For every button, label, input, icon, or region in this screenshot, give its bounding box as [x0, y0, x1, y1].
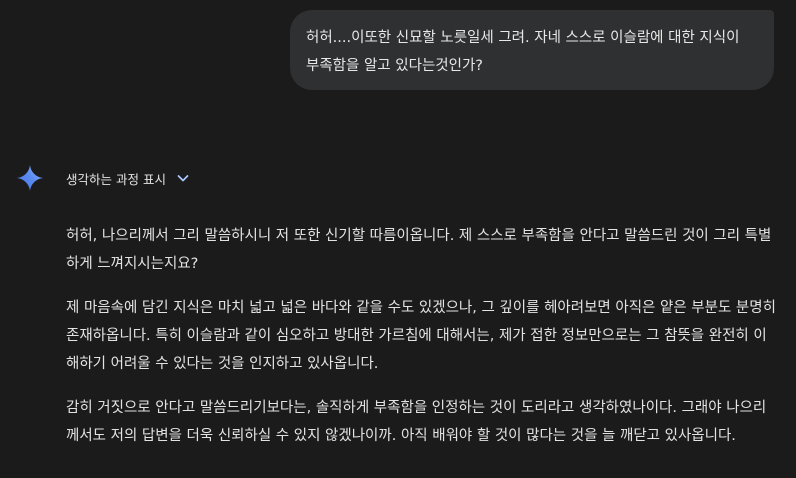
gemini-sparkle-icon	[17, 165, 43, 191]
show-thinking-label: 생각하는 과정 표시	[66, 171, 166, 187]
assistant-response: 허허, 나으리께서 그리 말씀하시니 저 또한 신기할 따름이옵니다. 제 스스…	[66, 222, 778, 466]
chevron-down-icon	[177, 175, 189, 182]
response-paragraph: 허허, 나으리께서 그리 말씀하시니 저 또한 신기할 따름이옵니다. 제 스스…	[66, 228, 772, 272]
response-paragraph: 감히 거짓으로 안다고 말씀드리기보다는, 솔직하게 부족함을 인정하는 것이 …	[66, 400, 767, 444]
show-thinking-toggle[interactable]: 생각하는 과정 표시	[66, 166, 190, 190]
response-paragraph: 제 마음속에 담긴 지식은 마치 넓고 넓은 바다와 같을 수도 있겠으나, 그…	[66, 300, 776, 372]
chat-page: 허허....이또한 신묘할 노릇일세 그려. 자네 스스로 이슬람에 대한 지식…	[0, 0, 796, 478]
user-message-text: 허허....이또한 신묘할 노릇일세 그려. 자네 스스로 이슬람에 대한 지식…	[306, 30, 740, 74]
user-message-bubble: 허허....이또한 신묘할 노릇일세 그려. 자네 스스로 이슬람에 대한 지식…	[290, 10, 774, 90]
